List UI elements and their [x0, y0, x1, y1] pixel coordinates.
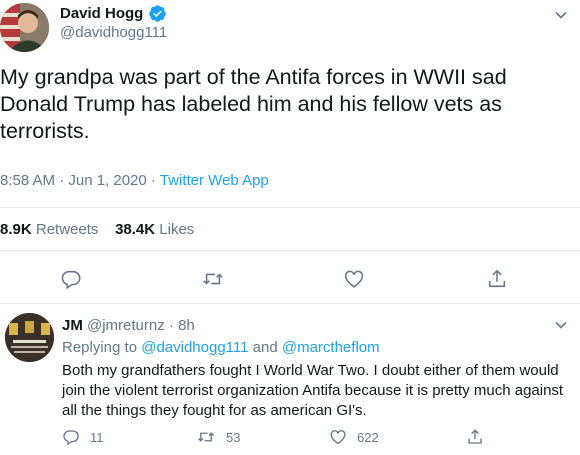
reply-timestamp[interactable]: · 8h — [169, 317, 195, 334]
reply-author-name[interactable]: JM — [62, 317, 83, 334]
share-icon[interactable] — [486, 268, 508, 290]
chevron-down-icon[interactable] — [554, 8, 568, 22]
reply-like-count: 622 — [357, 429, 379, 445]
like-icon — [329, 428, 347, 446]
likes-stat[interactable]: 38.4K Likes — [115, 221, 194, 238]
reply-retweet-button[interactable]: 53 — [196, 428, 240, 446]
divider — [0, 250, 580, 251]
tweet-text: My grandpa was part of the Antifa forces… — [0, 65, 507, 143]
reply-reply-button[interactable]: 11 — [62, 428, 104, 446]
retweet-icon[interactable] — [201, 268, 225, 290]
reply-author-meta: @jmreturnz · 8h — [87, 317, 195, 334]
author-avatar[interactable] — [0, 3, 49, 52]
reply-retweet-count: 53 — [226, 429, 241, 445]
retweets-count: 8.9K — [0, 221, 32, 238]
replying-to-line: Replying to @davidhogg111 and @marcthefl… — [62, 339, 380, 356]
reply-icon — [62, 428, 80, 446]
tweet-meta: 8:58 AM · Jun 1, 2020 · Twitter Web App — [0, 172, 269, 189]
verified-badge-icon — [148, 4, 167, 23]
like-icon[interactable] — [343, 268, 365, 290]
retweets-stat[interactable]: 8.9K Retweets — [0, 221, 98, 238]
reply-share-button[interactable] — [466, 428, 484, 446]
divider — [0, 207, 580, 208]
likes-count: 38.4K — [115, 221, 156, 238]
reply-text: Both my grandfathers fought I World War … — [62, 362, 564, 419]
replying-prefix: Replying to — [62, 339, 142, 356]
replying-to-link-1[interactable]: @davidhogg111 — [141, 339, 248, 356]
tweet-timestamp[interactable]: 8:58 AM · Jun 1, 2020 · — [0, 172, 160, 189]
reply-icon[interactable] — [60, 268, 82, 290]
tweet-stats: 8.9K Retweets 38.4K Likes — [0, 221, 194, 238]
reply-author-avatar[interactable] — [5, 313, 54, 362]
reply-author-handle[interactable]: @jmreturnz — [87, 317, 165, 334]
author-handle[interactable]: @davidhogg111 — [60, 24, 167, 41]
retweets-label: Retweets — [35, 221, 99, 238]
reply-like-button[interactable]: 622 — [329, 428, 379, 446]
retweet-icon — [196, 428, 216, 446]
replying-to-link-2[interactable]: @marctheflom — [282, 339, 380, 356]
replying-and: and — [248, 339, 282, 356]
divider — [0, 303, 580, 304]
reply-reply-count: 11 — [90, 429, 104, 445]
likes-label: Likes — [159, 221, 195, 238]
chevron-down-icon[interactable] — [554, 318, 568, 332]
share-icon — [466, 428, 484, 446]
tweet-source-link[interactable]: Twitter Web App — [160, 172, 269, 189]
author-name[interactable]: David Hogg — [60, 5, 143, 22]
